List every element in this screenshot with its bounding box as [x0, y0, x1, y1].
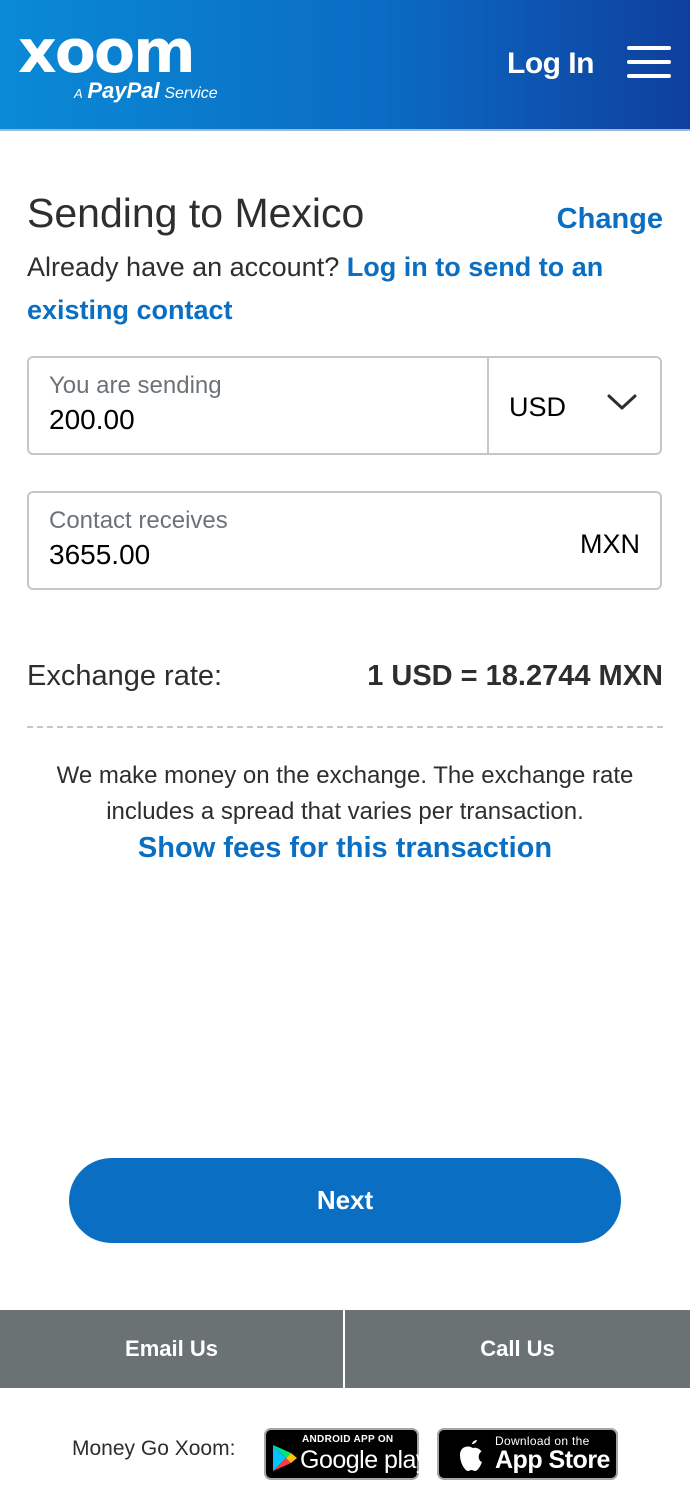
page-title: Sending to Mexico [27, 190, 365, 236]
next-button[interactable]: Next [69, 1158, 621, 1243]
exchange-disclaimer: We make money on the exchange. The excha… [56, 762, 634, 825]
logo-a: A [74, 86, 83, 101]
google-play-label: Google play [300, 1446, 428, 1474]
show-fees-link[interactable]: Show fees for this transaction [0, 832, 690, 865]
app-store-badge[interactable]: Download on the App Store [437, 1428, 618, 1480]
apple-icon [460, 1440, 482, 1471]
receive-amount-field: Contact receives 3655.00 MXN [27, 491, 662, 590]
account-prompt: Already have an account? Log in to send … [27, 246, 667, 332]
exchange-rate-label: Exchange rate: [27, 660, 223, 692]
header: xoom A PayPal Service Log In [0, 0, 690, 131]
email-us-button[interactable]: Email Us [0, 1310, 343, 1388]
sending-amount-field: You are sending 200.00 USD [27, 356, 662, 455]
google-play-icon [273, 1445, 297, 1471]
receive-currency: MXN [580, 529, 640, 559]
logo-service: Service [164, 85, 218, 102]
xoom-logo[interactable]: xoom A PayPal Service [18, 17, 218, 103]
google-play-small: ANDROID APP ON [302, 1434, 394, 1445]
receive-amount-input[interactable]: 3655.00 [49, 539, 150, 571]
exchange-rate-value: 1 USD = 18.2744 MXN [367, 660, 663, 692]
sending-amount-input[interactable]: 200.00 [49, 404, 135, 436]
google-play-badge[interactable]: ANDROID APP ON Google play [264, 1428, 428, 1480]
dashed-divider [27, 726, 663, 728]
contact-bar: Email Us Call Us [0, 1310, 690, 1388]
change-country-link[interactable]: Change [557, 203, 663, 236]
chevron-down-icon [607, 394, 637, 410]
logo-tagline: A PayPal Service [74, 78, 218, 104]
receive-label: Contact receives [49, 507, 228, 534]
currency-select[interactable]: USD [489, 358, 660, 453]
app-tagline: Money Go Xoom: [72, 1437, 236, 1460]
app-store-label: App Store [495, 1446, 610, 1474]
login-link[interactable]: Log In [507, 47, 594, 81]
hamburger-menu-icon[interactable] [627, 44, 671, 80]
currency-select-value: USD [509, 392, 567, 422]
sending-label: You are sending [49, 372, 222, 399]
logo-wordmark: xoom [18, 17, 196, 87]
call-us-button[interactable]: Call Us [345, 1310, 690, 1388]
logo-paypal: PayPal [87, 78, 160, 103]
account-prompt-text: Already have an account? [27, 252, 340, 282]
